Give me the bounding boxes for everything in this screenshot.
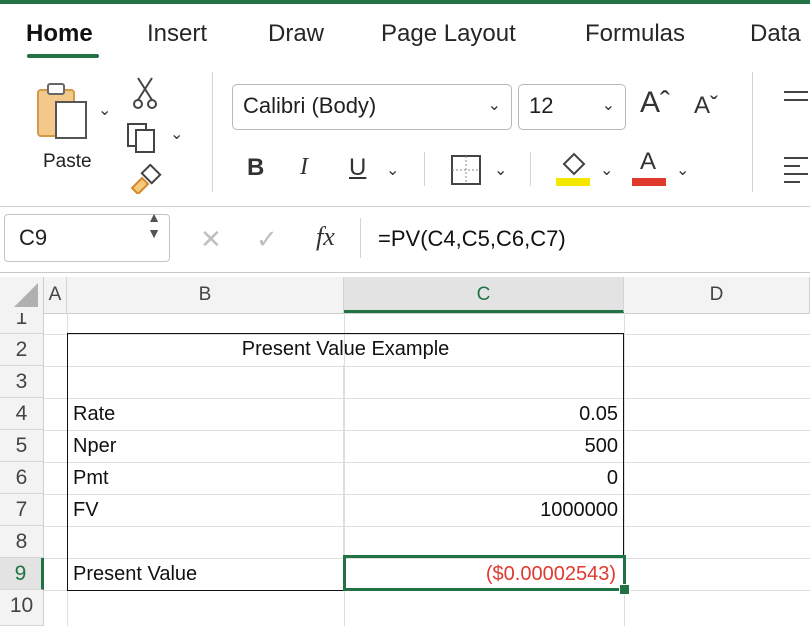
row-header-1[interactable]: 1 [0,313,44,334]
tab-draw[interactable]: Draw [268,20,324,48]
tab-page-layout[interactable]: Page Layout [381,20,516,48]
tab-insert[interactable]: Insert [147,20,207,48]
table-title-cell[interactable]: Present Value Example [67,338,624,361]
column-header-b[interactable]: B [67,277,344,313]
value-cell-fv[interactable]: 1000000 [344,499,618,522]
label-cell-present-value[interactable]: Present Value [73,563,197,586]
column-header-c[interactable]: C [344,277,624,313]
chevron-down-icon: ⌄ [487,97,501,114]
ribbon-divider [424,152,425,186]
name-box[interactable]: C9 ▲ ▼ [4,209,170,262]
borders-icon[interactable] [450,154,482,191]
name-box-value: C9 [19,225,48,250]
row-header-7[interactable]: 7 [0,494,44,526]
tab-formulas[interactable]: Formulas [585,20,685,48]
label-cell-nper[interactable]: Nper [73,435,116,458]
window-accent-bar [0,0,810,4]
fill-handle[interactable] [619,584,630,595]
row-header-9[interactable]: 9 [0,558,44,590]
value-cell-rate[interactable]: 0.05 [344,403,618,426]
underline-button[interactable]: U [349,154,366,182]
column-header-d[interactable]: D [624,277,810,313]
font-color-button[interactable]: A [632,146,666,186]
gridline [343,365,344,558]
shrink-font-button[interactable]: Aˇ [694,92,718,120]
font-color-dropdown-chevron-icon[interactable]: ⌄ [676,160,689,180]
row-header-6[interactable]: 6 [0,462,44,494]
ribbon-divider [752,72,753,192]
row-header-4[interactable]: 4 [0,398,44,430]
value-cell-present-value[interactable]: ($0.00002543) [344,563,616,586]
cut-icon[interactable] [132,76,158,115]
paste-icon [37,83,87,139]
label-cell-fv[interactable]: FV [73,499,99,522]
paste-label: Paste [43,151,92,172]
table-border [67,333,624,591]
tab-home[interactable]: Home [26,20,93,48]
name-box-stepper-icon: ▲ ▼ [147,209,161,241]
underline-dropdown-chevron-icon[interactable]: ⌄ [386,160,399,180]
font-color-letter: A [640,148,657,175]
confirm-icon[interactable]: ✓ [256,224,278,255]
value-cell-nper[interactable]: 500 [344,435,618,458]
select-all-corner[interactable] [0,277,44,313]
row-header-2[interactable]: 2 [0,334,44,366]
label-cell-rate[interactable]: Rate [73,403,115,426]
font-size-value: 12 [529,93,554,118]
borders-dropdown-chevron-icon[interactable]: ⌄ [494,160,507,180]
row-header-5[interactable]: 5 [0,430,44,462]
paste-dropdown-chevron-icon[interactable]: ⌄ [98,100,111,120]
ribbon-divider [530,152,531,186]
ribbon-divider [212,72,213,192]
font-name-select[interactable]: Calibri (Body) ⌄ [232,84,512,130]
formula-bar-divider [360,218,361,258]
formula-input[interactable]: =PV(C4,C5,C6,C7) [378,226,566,252]
grid-top-border [0,272,810,273]
value-cell-pmt[interactable]: 0 [344,467,618,490]
font-size-select[interactable]: 12 ⌄ [518,84,626,130]
row-header-3[interactable]: 3 [0,366,44,398]
paste-button[interactable] [34,80,104,150]
insert-function-icon[interactable]: fx [316,222,335,252]
row-header-10[interactable]: 10 [0,590,44,626]
chevron-down-icon: ⌄ [601,97,615,114]
fill-color-icon[interactable] [556,150,590,193]
copy-dropdown-chevron-icon[interactable]: ⌄ [170,124,183,144]
active-tab-indicator [27,54,99,58]
font-name-value: Calibri (Body) [243,93,377,118]
grow-font-button[interactable]: Aˆ [640,86,670,120]
align-left-icon[interactable] [782,154,810,189]
label-cell-pmt[interactable]: Pmt [73,467,109,490]
bold-button[interactable]: B [247,154,264,182]
row-header-8[interactable]: 8 [0,526,44,558]
ribbon [0,62,810,202]
format-painter-icon[interactable] [128,163,162,199]
font-color-swatch [632,178,666,186]
column-header-a[interactable]: A [44,277,67,313]
tab-data[interactable]: Data [750,20,801,48]
align-top-icon[interactable] [782,88,810,115]
cancel-icon[interactable]: ✕ [200,224,222,255]
italic-button[interactable]: I [300,154,308,181]
copy-icon[interactable] [126,122,156,159]
fill-color-dropdown-chevron-icon[interactable]: ⌄ [600,160,613,180]
ribbon-bottom-border [0,206,810,207]
